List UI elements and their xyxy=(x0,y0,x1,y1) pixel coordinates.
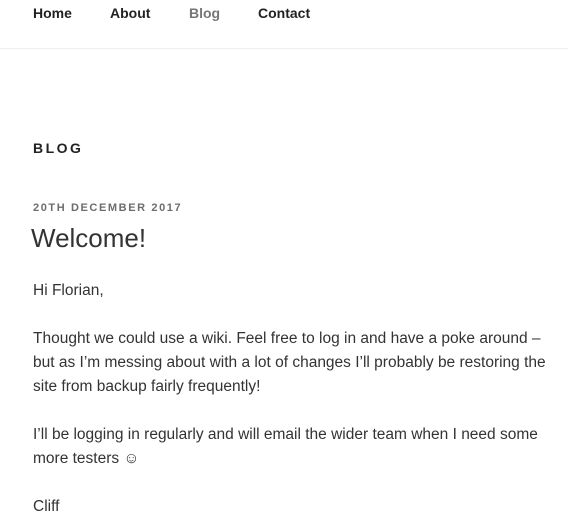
post-signature: Cliff xyxy=(33,498,60,515)
post-content: Hi Florian, Thought we could use a wiki.… xyxy=(33,279,561,528)
nav-home-link[interactable]: Home xyxy=(33,4,110,22)
nav-about-link[interactable]: About xyxy=(110,4,189,22)
page: Home About Blog Contact BLOG 20TH DECEMB… xyxy=(0,0,568,528)
post-title[interactable]: Welcome! xyxy=(31,221,146,255)
post-paragraph-testing: I’ll be logging in regularly and will em… xyxy=(33,426,538,467)
nav-blog-link[interactable]: Blog xyxy=(189,4,258,22)
nav-menu: Home About Blog Contact xyxy=(33,4,328,22)
post-date-link[interactable]: 20TH DECEMBER 2017 xyxy=(33,201,182,215)
post-paragraph-greeting: Hi Florian, xyxy=(33,282,104,299)
page-title: BLOG xyxy=(33,140,84,156)
post-paragraph-intro: Thought we could use a wiki. Feel free t… xyxy=(33,330,546,395)
nav-contact-link[interactable]: Contact xyxy=(258,4,328,22)
top-navigation: Home About Blog Contact xyxy=(0,0,568,49)
